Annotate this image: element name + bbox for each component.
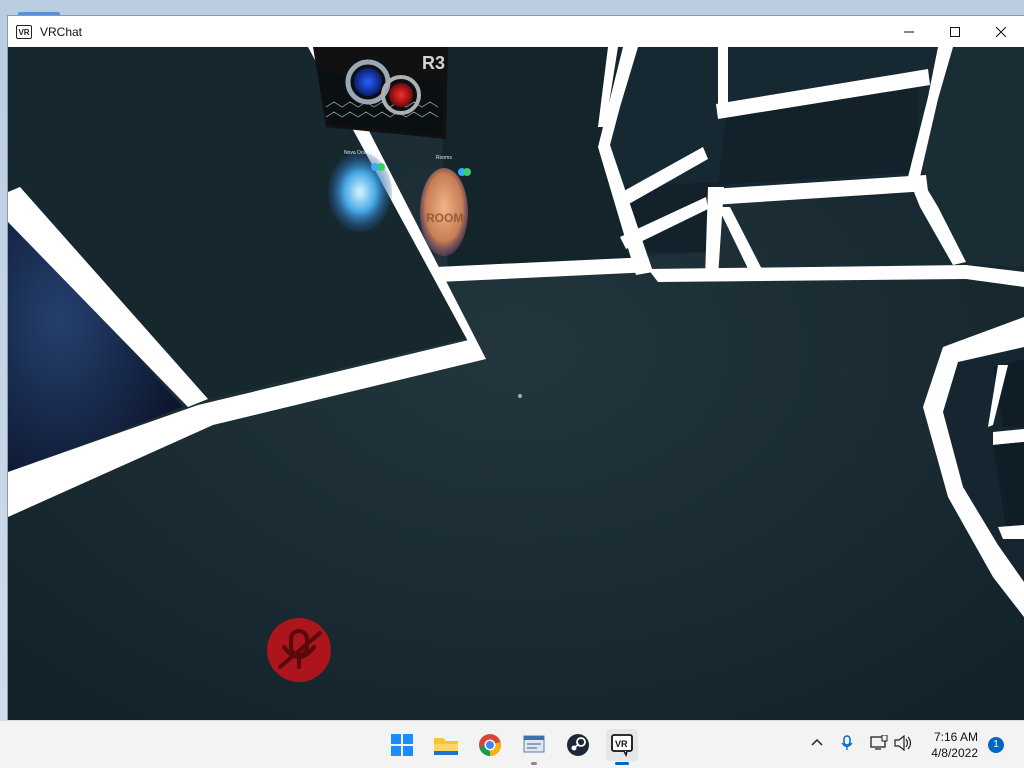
steam-button[interactable] [562, 729, 594, 761]
clock-time: 7:16 AM [933, 730, 978, 744]
chevron-up-icon [811, 738, 823, 746]
show-hidden-icons-button[interactable] [810, 735, 824, 749]
tray-clock[interactable]: 7:16 AM 4/8/2022 [931, 729, 978, 761]
clock-date: 4/8/2022 [931, 746, 978, 760]
vrchat-taskbar-button[interactable]: VR [606, 729, 638, 765]
network-icon [870, 735, 888, 750]
window-titlebar[interactable]: VR VRChat [8, 16, 1024, 47]
game-viewport[interactable]: R3 Nova Ocean Rooms ROOM [8, 47, 1024, 720]
vrchat-app-icon: VR [16, 24, 32, 39]
speaker-icon [894, 735, 912, 751]
microphone-icon [841, 735, 853, 750]
minimize-icon [904, 31, 914, 32]
running-indicator [531, 762, 537, 765]
vrchat-window: VR VRChat R3 Nova Ocean Rooms ROOM [8, 16, 1024, 720]
portal-1-label: Nova Ocean [344, 150, 372, 156]
signboard-label: R3 [422, 53, 445, 73]
close-icon [996, 26, 1006, 37]
window-title: VRChat [40, 24, 83, 39]
chrome-button[interactable] [474, 729, 506, 761]
minimize-button[interactable] [886, 16, 932, 47]
signboard: R3 [313, 47, 448, 139]
windows-logo-icon [391, 734, 413, 756]
start-button[interactable] [386, 729, 418, 761]
app-window-button[interactable] [518, 729, 550, 765]
folder-icon [434, 738, 458, 755]
notification-badge[interactable]: 1 [988, 737, 1004, 753]
file-explorer-button[interactable] [430, 729, 462, 761]
reticle-dot [518, 394, 522, 398]
vrchat-icon: VR [611, 734, 633, 757]
microphone-tray-button[interactable] [840, 735, 854, 751]
steam-icon [567, 734, 589, 756]
maximize-icon [950, 26, 960, 37]
maximize-button[interactable] [932, 16, 978, 47]
portal-2-label: Rooms [436, 155, 452, 161]
network-tray-button[interactable] [870, 735, 888, 751]
mic-muted-indicator [267, 618, 331, 682]
volume-tray-button[interactable] [894, 735, 912, 751]
taskbar: VR 7:16 AM 4/8/2022 1 [0, 720, 1024, 768]
vrchat-icon-label: VR [615, 739, 628, 749]
active-indicator [615, 762, 629, 765]
portal-2-sign: ROOM [426, 211, 463, 225]
vr-world-scene: R3 Nova Ocean Rooms ROOM [8, 47, 1024, 720]
window-app-icon [523, 735, 545, 753]
close-button[interactable] [978, 16, 1024, 47]
chrome-icon [479, 734, 501, 756]
